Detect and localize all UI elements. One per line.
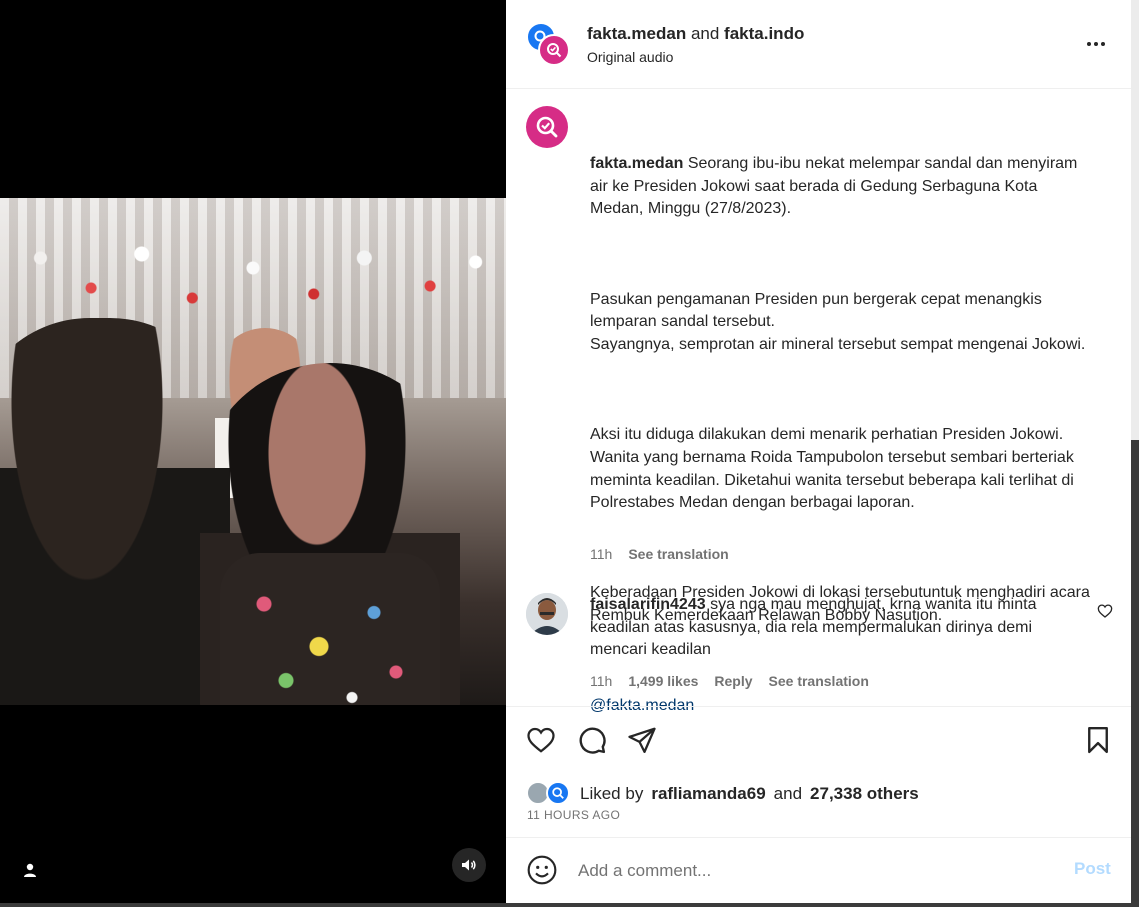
caption-meta: 11h See translation xyxy=(590,546,729,562)
emoji-button[interactable] xyxy=(526,854,558,886)
author-link-primary[interactable]: fakta.medan xyxy=(587,24,686,43)
liked-by-user[interactable]: rafliamanda69 xyxy=(651,784,765,804)
caption-avatar[interactable] xyxy=(526,106,568,148)
post-info-panel: fakta.medan and fakta.indo Original audi… xyxy=(506,0,1131,903)
post-timestamp[interactable]: 11 HOURS AGO xyxy=(527,808,620,822)
comment-meta: 11h 1,499 likes Reply See translation xyxy=(590,673,869,689)
post-actions: Liked by rafliamanda69 and 27,338 others… xyxy=(506,706,1131,838)
comment-button[interactable] xyxy=(577,725,607,755)
caption-see-translation[interactable]: See translation xyxy=(628,546,728,562)
author-link-secondary[interactable]: fakta.indo xyxy=(724,24,804,43)
post-authors: fakta.medan and fakta.indo xyxy=(587,24,804,44)
avatar-liker-brand xyxy=(546,781,570,805)
share-button[interactable] xyxy=(627,725,657,755)
comment-item: faisalarifin4243 sya nga mau menghujat, … xyxy=(590,594,1090,662)
comment-like-button[interactable] xyxy=(1097,603,1113,619)
magnifier-check-icon xyxy=(536,116,558,138)
post-header: fakta.medan and fakta.indo Original audi… xyxy=(506,0,1131,89)
caption-paragraph: fakta.medan Seorang ibu-ibu nekat melemp… xyxy=(590,155,1082,218)
commenter-photo xyxy=(526,593,568,635)
avatar-fakta-medan[interactable] xyxy=(538,34,570,66)
add-comment-bar: Post xyxy=(506,837,1131,903)
caption-username[interactable]: fakta.medan xyxy=(590,155,683,172)
caption-paragraph: Aksi itu diduga dilakukan demi menarik p… xyxy=(590,426,1079,512)
liked-by-prefix: Liked by xyxy=(580,784,644,803)
liker-avatars[interactable] xyxy=(526,781,572,807)
user-icon xyxy=(24,863,36,877)
person-foreground-left xyxy=(0,318,230,705)
speaker-icon xyxy=(462,859,476,871)
comment-bubble-icon xyxy=(579,727,606,754)
post-comment-button[interactable]: Post xyxy=(1074,859,1111,879)
caption-time[interactable]: 11h xyxy=(590,546,612,562)
video-frame[interactable] xyxy=(0,198,506,705)
comment-see-translation[interactable]: See translation xyxy=(769,673,869,689)
magnifier-check-icon xyxy=(547,43,562,58)
save-button[interactable] xyxy=(1083,725,1113,755)
liked-by-joiner: and xyxy=(773,784,803,803)
audio-toggle-button[interactable] xyxy=(452,848,486,882)
bookmark-icon xyxy=(1088,726,1108,754)
comment-time[interactable]: 11h xyxy=(590,673,612,689)
user-tag-button[interactable] xyxy=(14,854,46,886)
post-caption: fakta.medan Seorang ibu-ibu nekat melemp… xyxy=(590,108,1090,763)
more-options-button[interactable] xyxy=(1084,32,1108,56)
liked-by-others[interactable]: 27,338 others xyxy=(810,784,919,804)
comment-input[interactable] xyxy=(576,857,1040,885)
liked-by-row: Liked by rafliamanda69 and 27,338 others xyxy=(526,781,919,807)
collab-avatars[interactable] xyxy=(526,22,570,66)
smiley-icon xyxy=(527,855,557,885)
magnifier-check-icon xyxy=(552,787,564,799)
paper-plane-icon xyxy=(628,727,656,753)
caption-paragraph: Pasukan pengamanan Presiden pun bergerak… xyxy=(590,290,1086,353)
floral-dress xyxy=(220,553,440,705)
page-backdrop-right xyxy=(1131,0,1139,907)
heart-icon xyxy=(527,727,555,753)
like-button[interactable] xyxy=(526,725,556,755)
more-horizontal-icon xyxy=(1087,42,1091,46)
comment-likes[interactable]: 1,499 likes xyxy=(628,673,698,689)
person-woman xyxy=(200,363,460,705)
audio-label[interactable]: Original audio xyxy=(587,49,673,65)
commenter-avatar[interactable] xyxy=(526,593,568,635)
comment-username[interactable]: faisalarifin4243 xyxy=(590,596,706,613)
post-media[interactable] xyxy=(0,0,506,903)
author-joiner: and xyxy=(690,24,720,43)
comment-reply-button[interactable]: Reply xyxy=(714,673,752,689)
heart-icon xyxy=(1097,604,1113,618)
